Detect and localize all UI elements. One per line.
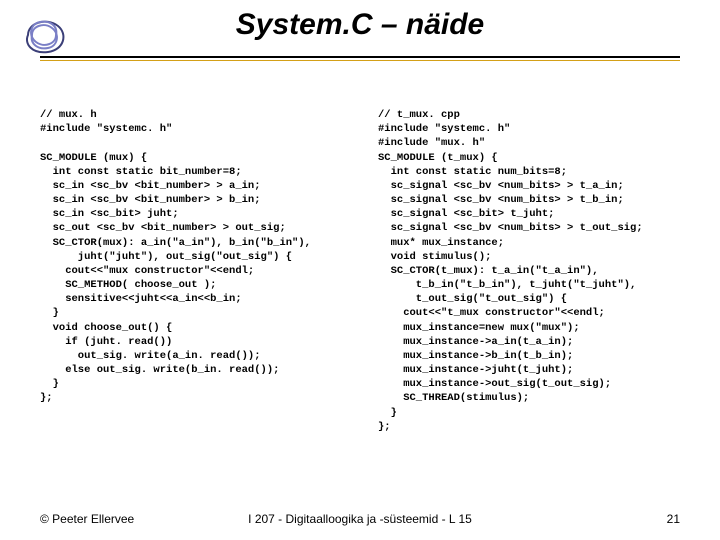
slide: System.C – näide // mux. h #include "sys… bbox=[0, 0, 720, 540]
title-underline bbox=[40, 56, 680, 58]
footer-course-info: I 207 - Digitaalloogika ja -süsteemid - … bbox=[0, 512, 720, 526]
slide-title: System.C – näide bbox=[0, 8, 720, 42]
title-accent-line bbox=[40, 60, 680, 61]
code-block-left: // mux. h #include "systemc. h" SC_MODUL… bbox=[40, 108, 350, 406]
code-block-right: // t_mux. cpp #include "systemc. h" #inc… bbox=[378, 108, 698, 434]
footer-page-number: 21 bbox=[667, 512, 680, 526]
